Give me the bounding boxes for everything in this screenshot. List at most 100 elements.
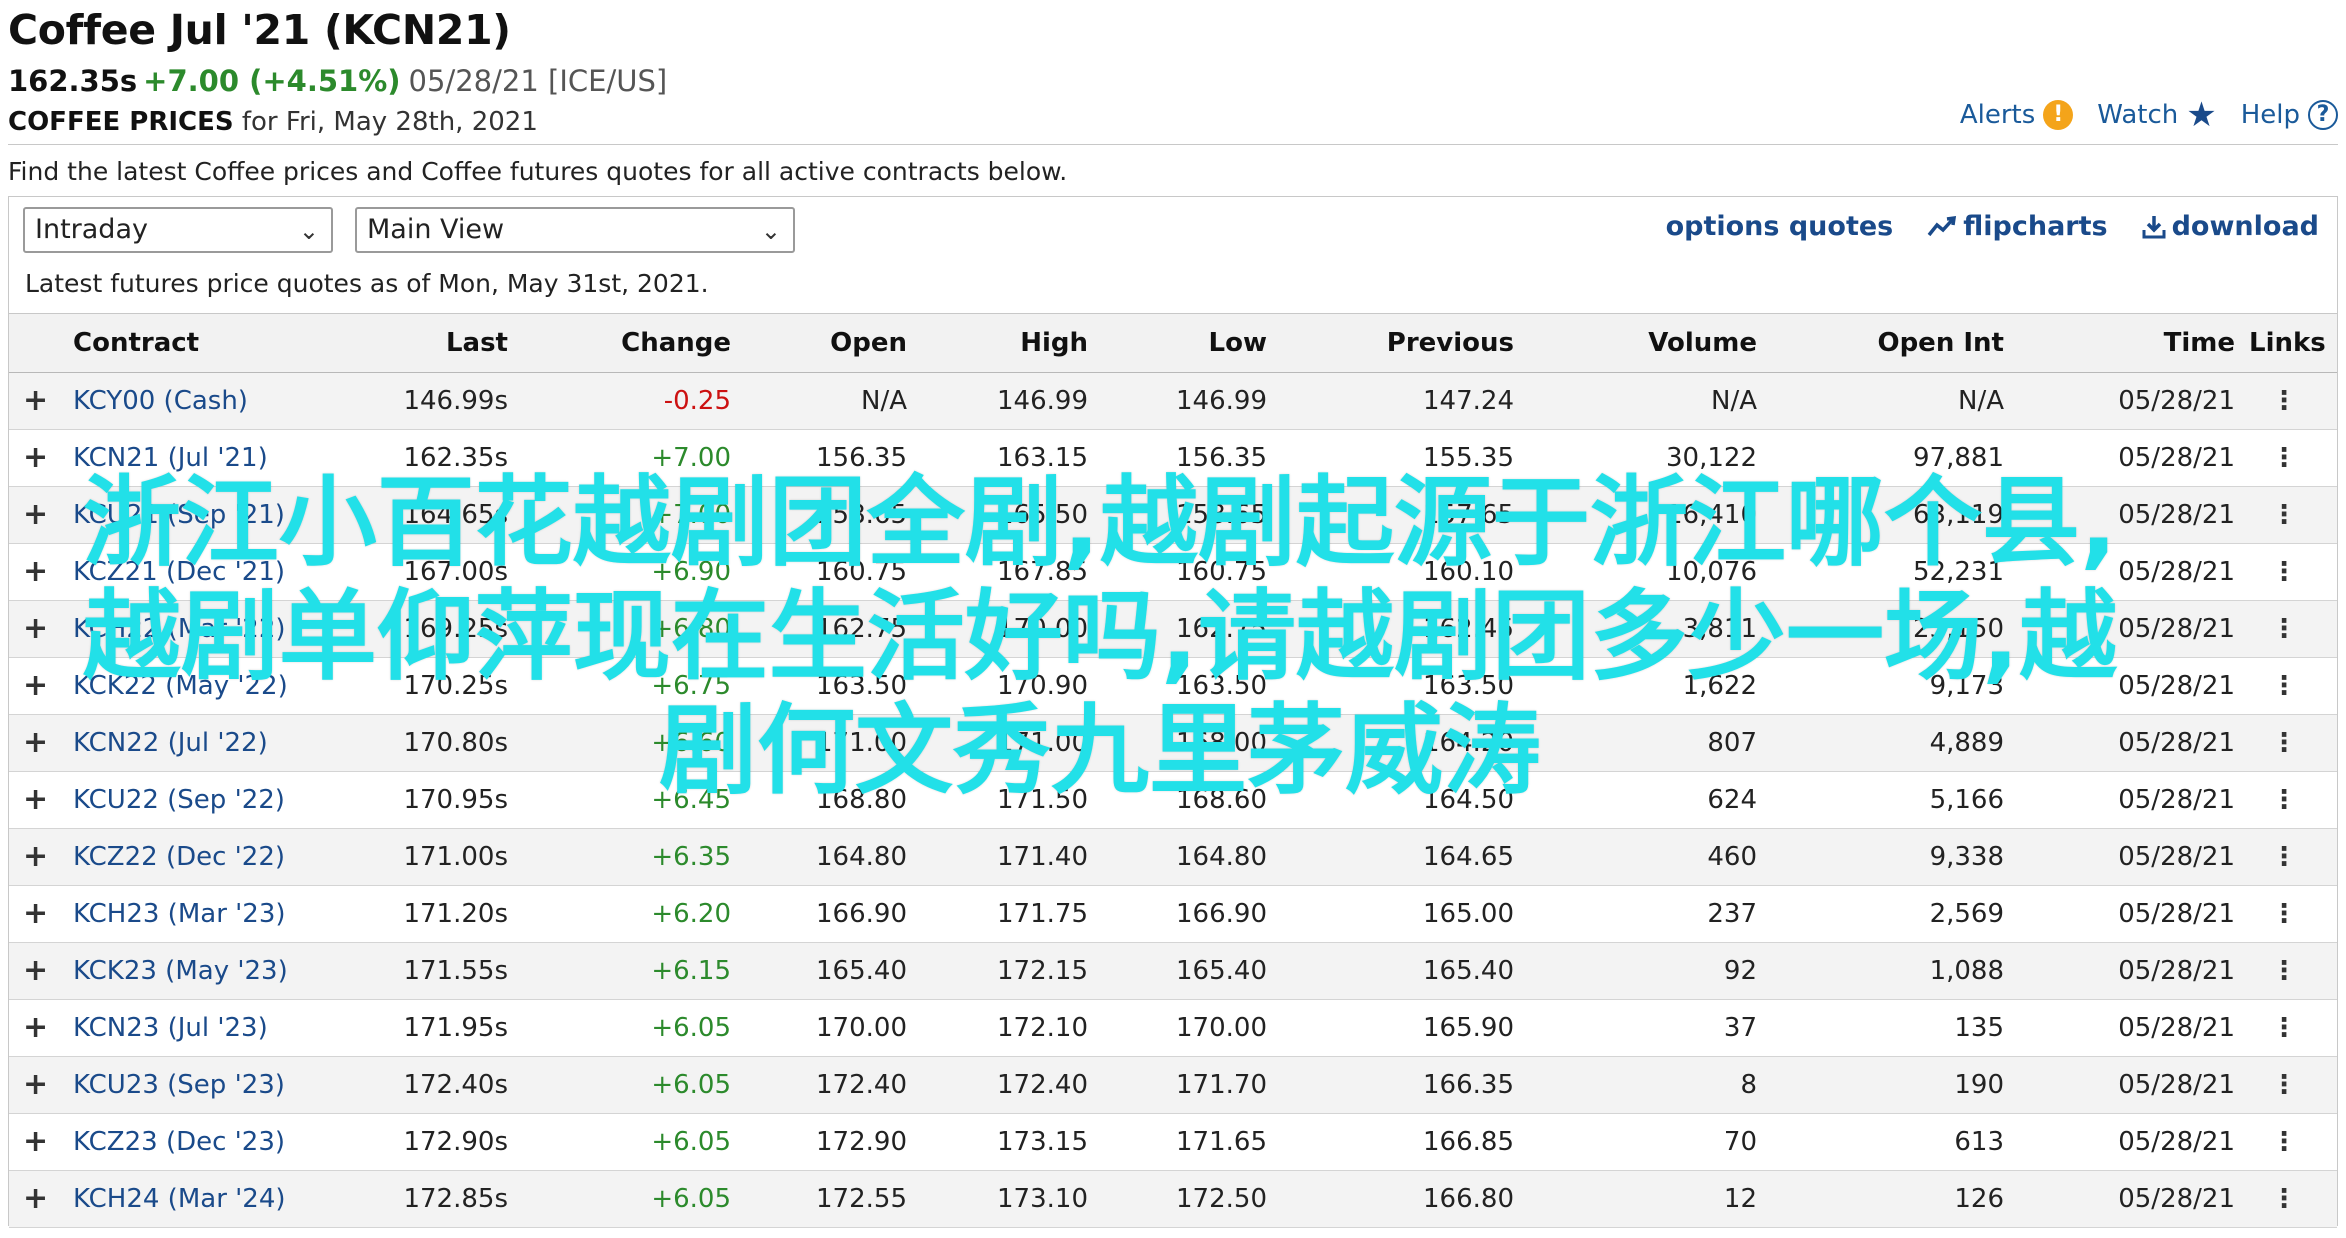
previous-cell: 166.85 [1423, 1127, 1514, 1157]
contract-cell[interactable]: KCZ21 (Dec '21) [73, 544, 285, 600]
expand-row-icon[interactable]: + [23, 1114, 48, 1170]
volume-cell: 16,410 [1666, 500, 1757, 530]
more-options-icon[interactable]: ⋮ [2249, 430, 2319, 486]
more-options-icon[interactable]: ⋮ [2249, 886, 2319, 942]
change-cell: -0.25 [663, 386, 731, 416]
volume-cell: 624 [1707, 785, 1757, 815]
time-cell: 05/28/21 [2118, 956, 2235, 986]
contract-cell[interactable]: KCZ23 (Dec '23) [73, 1114, 285, 1170]
contract-cell[interactable]: KCN21 (Jul '21) [73, 430, 268, 486]
expand-row-icon[interactable]: + [23, 1000, 48, 1056]
more-options-icon[interactable]: ⋮ [2249, 373, 2319, 429]
volume-cell: 1,622 [1682, 671, 1757, 701]
table-row: + KCZ21 (Dec '21) 167.00s +6.90 160.75 167.85… [9, 544, 2337, 601]
top-links: Alerts ! Watch ★ Help ? [1960, 95, 2338, 135]
expand-row-icon[interactable]: + [23, 715, 48, 771]
time-cell: 05/28/21 [2118, 1127, 2235, 1157]
contract-cell[interactable]: KCK22 (May '22) [73, 658, 288, 714]
last-cell: 146.99s [403, 386, 508, 416]
more-options-icon[interactable]: ⋮ [2249, 829, 2319, 885]
price-change: +7.00 (+4.51%) [143, 64, 401, 98]
volume-cell: 460 [1707, 842, 1757, 872]
previous-cell: 166.80 [1423, 1184, 1514, 1214]
download-link[interactable]: download [2142, 211, 2319, 242]
high-cell: 173.10 [997, 1184, 1088, 1214]
header-contract[interactable]: Contract [73, 314, 199, 372]
contract-cell[interactable]: KCU22 (Sep '22) [73, 772, 285, 828]
expand-row-icon[interactable]: + [23, 373, 48, 429]
more-options-icon[interactable]: ⋮ [2249, 544, 2319, 600]
expand-row-icon[interactable]: + [23, 601, 48, 657]
previous-cell: 155.35 [1423, 443, 1514, 473]
last-cell: 170.95s [403, 785, 508, 815]
expand-row-icon[interactable]: + [23, 1057, 48, 1113]
contract-cell[interactable]: KCH24 (Mar '24) [73, 1171, 286, 1227]
more-options-icon[interactable]: ⋮ [2249, 601, 2319, 657]
expand-row-icon[interactable]: + [23, 829, 48, 885]
header-change[interactable]: Change [621, 314, 731, 372]
table-row: + KCH24 (Mar '24) 172.85s +6.05 172.55 173.10… [9, 1171, 2337, 1228]
contract-cell[interactable]: KCU23 (Sep '23) [73, 1057, 285, 1113]
options-quotes-link[interactable]: options quotes [1666, 211, 1894, 242]
high-cell: 172.15 [997, 956, 1088, 986]
contract-cell[interactable]: KCZ22 (Dec '22) [73, 829, 285, 885]
volume-cell: 37 [1723, 1013, 1757, 1043]
contract-cell[interactable]: KCN22 (Jul '22) [73, 715, 268, 771]
more-options-icon[interactable]: ⋮ [2249, 1057, 2319, 1113]
header-high[interactable]: High [1020, 314, 1088, 372]
flipcharts-link[interactable]: flipcharts [1927, 211, 2108, 242]
change-cell: +6.75 [651, 671, 731, 701]
watch-link[interactable]: Watch ★ [2097, 95, 2217, 135]
volume-cell: 12 [1723, 1184, 1757, 1214]
volume-cell: 70 [1723, 1127, 1757, 1157]
view-select[interactable]: Main View ⌄ [355, 207, 795, 253]
header-last[interactable]: Last [446, 314, 508, 372]
expand-row-icon[interactable]: + [23, 544, 48, 600]
more-options-icon[interactable]: ⋮ [2249, 658, 2319, 714]
volume-cell: 30,122 [1666, 443, 1757, 473]
last-cell: 172.90s [403, 1127, 508, 1157]
header-links: Links [2249, 328, 2326, 358]
more-options-icon[interactable]: ⋮ [2249, 487, 2319, 543]
contract-cell[interactable]: KCU21 (Sep '21) [73, 487, 285, 543]
star-icon: ★ [2186, 95, 2217, 135]
action-links: options quotes flipcharts download [1666, 211, 2319, 242]
contract-cell[interactable]: KCH22 (Mar '22) [73, 601, 286, 657]
header-volume[interactable]: Volume [1648, 314, 1757, 372]
header-open-int[interactable]: Open Int [1877, 314, 2004, 372]
expand-row-icon[interactable]: + [23, 487, 48, 543]
expand-row-icon[interactable]: + [23, 1171, 48, 1227]
contract-cell[interactable]: KCN23 (Jul '23) [73, 1000, 268, 1056]
header-low[interactable]: Low [1209, 314, 1267, 372]
expand-row-icon[interactable]: + [23, 772, 48, 828]
more-options-icon[interactable]: ⋮ [2249, 772, 2319, 828]
time-cell: 05/28/21 [2118, 785, 2235, 815]
more-options-icon[interactable]: ⋮ [2249, 1171, 2319, 1227]
low-cell: 160.75 [1176, 557, 1267, 587]
low-cell: 146.99 [1176, 386, 1267, 416]
header-open[interactable]: Open [830, 314, 907, 372]
contract-cell[interactable]: KCK23 (May '23) [73, 943, 288, 999]
expand-row-icon[interactable]: + [23, 943, 48, 999]
high-cell: 167.85 [997, 557, 1088, 587]
help-link[interactable]: Help ? [2241, 100, 2338, 130]
contract-cell[interactable]: KCY00 (Cash) [73, 373, 248, 429]
header-time[interactable]: Time [2164, 314, 2235, 372]
previous-cell: 160.10 [1423, 557, 1514, 587]
last-cell: 162.35s [403, 443, 508, 473]
alerts-link[interactable]: Alerts ! [1960, 100, 2074, 130]
contract-cell[interactable]: KCH23 (Mar '23) [73, 886, 286, 942]
volume-cell: 3,811 [1682, 614, 1757, 644]
more-options-icon[interactable]: ⋮ [2249, 715, 2319, 771]
change-cell: +6.15 [651, 956, 731, 986]
period-select[interactable]: Intraday ⌄ [23, 207, 333, 253]
expand-row-icon[interactable]: + [23, 430, 48, 486]
header-previous[interactable]: Previous [1387, 314, 1514, 372]
page-title: Coffee Jul '21 (KCN21) [8, 6, 511, 54]
more-options-icon[interactable]: ⋮ [2249, 943, 2319, 999]
download-icon [2142, 215, 2166, 238]
more-options-icon[interactable]: ⋮ [2249, 1000, 2319, 1056]
expand-row-icon[interactable]: + [23, 886, 48, 942]
more-options-icon[interactable]: ⋮ [2249, 1114, 2319, 1170]
expand-row-icon[interactable]: + [23, 658, 48, 714]
